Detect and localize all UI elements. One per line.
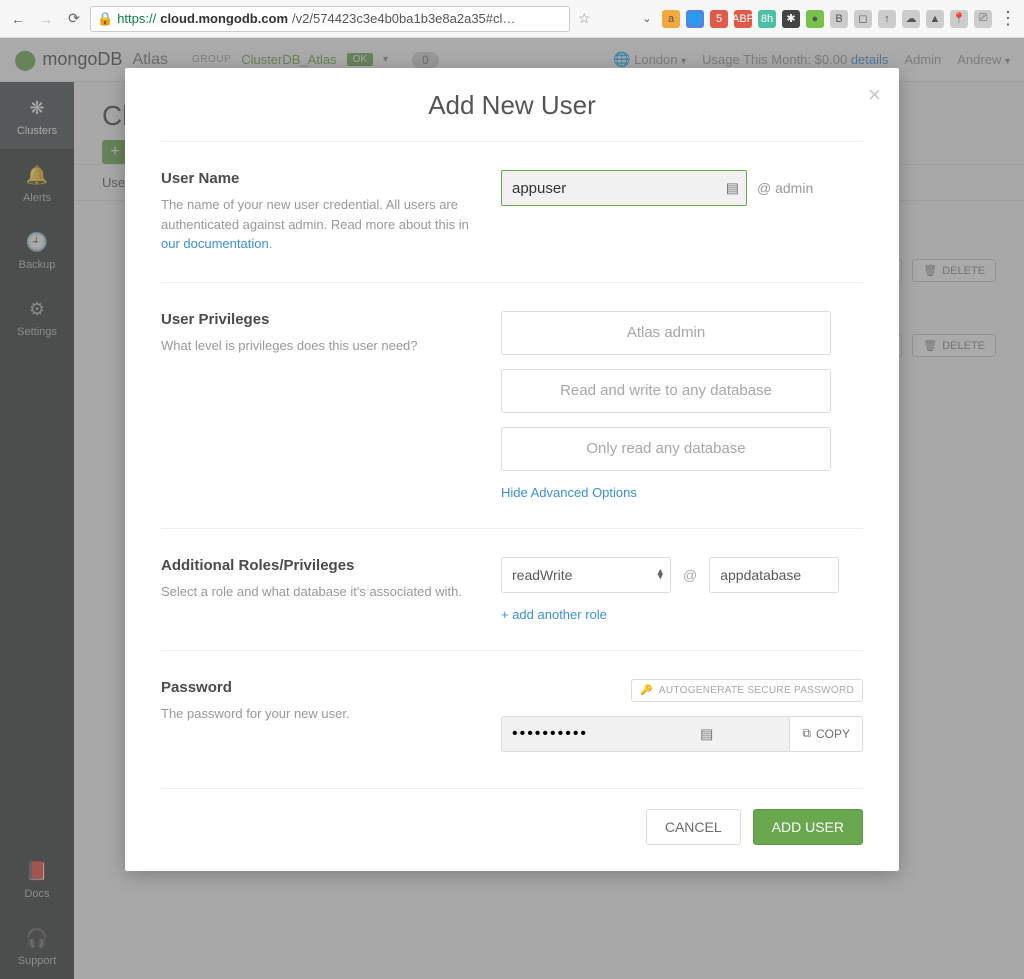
ext-icon[interactable]: ◻ — [854, 10, 872, 28]
back-button[interactable]: ← — [6, 7, 30, 31]
browser-chrome: ← → ⟳ 🔒 https:// cloud.mongodb.com /v2/5… — [0, 0, 1024, 38]
cast-ext-icon[interactable]: ⎚ — [974, 10, 992, 28]
forward-button[interactable]: → — [34, 7, 58, 31]
username-input[interactable] — [501, 170, 747, 206]
section-password: Password The password for your new user.… — [161, 651, 863, 780]
roles-label: Additional Roles/Privileges — [161, 557, 481, 574]
reload-button[interactable]: ⟳ — [62, 7, 86, 31]
ext-icon[interactable]: ↑ — [878, 10, 896, 28]
pocket-ext-icon[interactable]: ⌄ — [638, 10, 656, 28]
section-roles: Additional Roles/Privileges Select a rol… — [161, 529, 863, 651]
lastpass-icon[interactable]: ▤ — [700, 725, 713, 742]
close-button[interactable]: × — [868, 82, 881, 108]
star-icon[interactable]: ☆ — [578, 10, 591, 27]
add-user-modal: × Add New User User Name The name of you… — [125, 68, 899, 871]
section-username: User Name The name of your new user cred… — [161, 142, 863, 283]
add-user-button[interactable]: ADD USER — [753, 809, 863, 845]
auth-db-label: @ admin — [757, 180, 813, 196]
url-host: cloud.mongodb.com — [160, 11, 288, 26]
lastpass-icon[interactable]: ▤ — [726, 180, 739, 197]
browser-menu-button[interactable]: ⋮ — [998, 8, 1018, 29]
url-path: /v2/574423c3e4b0ba1b3e8a2a35#cl… — [292, 11, 563, 26]
cancel-button[interactable]: CANCEL — [646, 809, 741, 845]
section-privileges: User Privileges What level is privileges… — [161, 283, 863, 529]
adblock-ext-icon[interactable]: 5 — [710, 10, 728, 28]
autogenerate-password-button[interactable]: 🔑 AUTOGENERATE SECURE PASSWORD — [631, 679, 863, 702]
key-icon: 🔑 — [640, 685, 653, 696]
omnibox[interactable]: 🔒 https:// cloud.mongodb.com /v2/574423c… — [90, 6, 570, 32]
username-label: User Name — [161, 170, 481, 187]
password-input[interactable] — [501, 716, 789, 752]
password-help: The password for your new user. — [161, 704, 481, 724]
ext-icon[interactable]: ● — [806, 10, 824, 28]
toggle-advanced-link[interactable]: Hide Advanced Options — [501, 485, 863, 500]
docs-link[interactable]: our documentation — [161, 236, 269, 251]
modal-title: Add New User — [161, 90, 863, 141]
evernote-ext-icon[interactable]: ✱ — [782, 10, 800, 28]
lock-icon: 🔒 — [97, 11, 113, 27]
ext-icon[interactable]: ☁ — [902, 10, 920, 28]
modal-footer: CANCEL ADD USER — [161, 788, 863, 845]
ext-icon[interactable]: B — [830, 10, 848, 28]
abp-ext-icon[interactable]: ABP — [734, 10, 752, 28]
role-select[interactable]: readWrite ▴▾ — [501, 557, 671, 593]
sort-icon: ▴▾ — [657, 569, 663, 580]
roles-help: Select a role and what database it's ass… — [161, 582, 481, 602]
role-database-input[interactable] — [709, 557, 839, 593]
privilege-option-atlas-admin[interactable]: Atlas admin — [501, 311, 831, 355]
privilege-option-read-any[interactable]: Only read any database — [501, 427, 831, 471]
calendar-ext-icon[interactable]: 8h — [758, 10, 776, 28]
privilege-option-readwrite-any[interactable]: Read and write to any database — [501, 369, 831, 413]
url-scheme: https:// — [117, 11, 156, 26]
copy-password-button[interactable]: ⧉ COPY — [789, 716, 863, 752]
privileges-help: What level is privileges does this user … — [161, 336, 481, 356]
amazon-ext-icon[interactable]: a — [662, 10, 680, 28]
modal-overlay[interactable]: × Add New User User Name The name of you… — [0, 38, 1024, 979]
password-label: Password — [161, 679, 481, 696]
copy-icon: ⧉ — [802, 726, 811, 741]
extension-icons: ⌄ a 🌐 5 ABP 8h ✱ ● B ◻ ↑ ☁ ▲ 📍 ⎚ ⋮ — [638, 8, 1018, 29]
add-role-link[interactable]: + add another role — [501, 607, 863, 622]
privileges-label: User Privileges — [161, 311, 481, 328]
translate-ext-icon[interactable]: 🌐 — [686, 10, 704, 28]
username-help: The name of your new user credential. Al… — [161, 195, 481, 254]
drive-ext-icon[interactable]: ▲ — [926, 10, 944, 28]
maps-ext-icon[interactable]: 📍 — [950, 10, 968, 28]
